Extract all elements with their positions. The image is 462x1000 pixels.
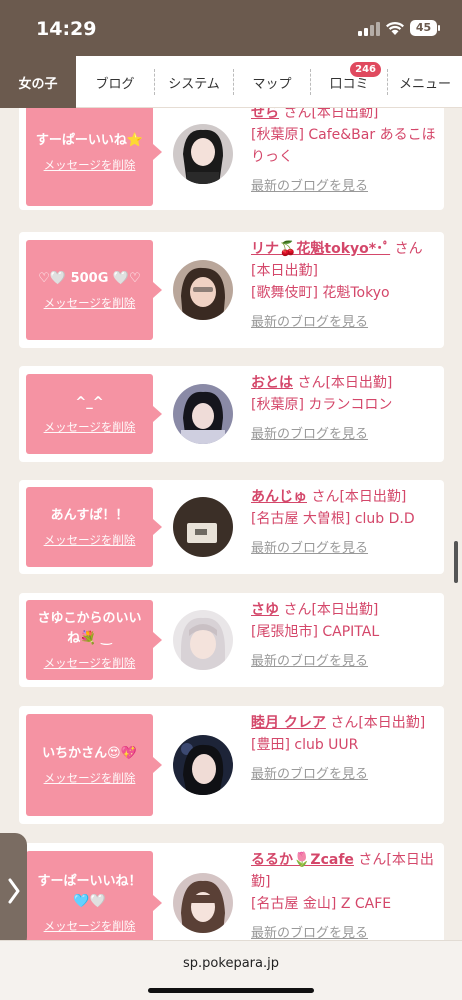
delete-message-link[interactable]: メッセージを削除 [44, 655, 136, 671]
status-bar: 14:29 45 [0, 0, 462, 56]
message-bubble: あんすぱ！！ メッセージを削除 [26, 487, 162, 567]
girl-name-link[interactable]: せら [251, 108, 279, 121]
list-item: さゆこからのいいね💐 ‿ メッセージを削除 さゆ さん[本日出勤] [尾張旭市]… [19, 593, 444, 687]
message-bubble: すーぱーいいね！🩵🤍 メッセージを削除 [26, 851, 162, 940]
girl-name-link[interactable]: あんじゅ [251, 489, 307, 505]
latest-blog-link[interactable]: 最新のブログを見る [251, 312, 436, 334]
shop-name: [名古屋 金山] Z CAFE [251, 896, 392, 912]
tab-girls[interactable]: 女の子 [0, 56, 76, 108]
latest-blog-link[interactable]: 最新のブログを見る [251, 424, 436, 446]
signal-icon [358, 22, 380, 36]
message-bubble: ♡🤍 500G 🤍♡ メッセージを削除 [26, 240, 162, 340]
delete-message-link[interactable]: メッセージを削除 [44, 419, 136, 435]
main-nav: 女の子 ブログ システム マップ 口コミ 246 メニュー [0, 56, 462, 108]
girl-name-link[interactable]: 睦月 クレア [251, 715, 326, 731]
battery-icon: 45 [410, 20, 440, 36]
girl-info: せら さん[本日出勤] [秋葉原] Cafe&Bar あるこほりっく 最新のブロ… [251, 108, 436, 198]
latest-blog-link[interactable]: 最新のブログを見る [251, 923, 436, 940]
delete-message-link[interactable]: メッセージを削除 [44, 918, 136, 934]
message-bubble: さゆこからのいいね💐 ‿ メッセージを削除 [26, 600, 162, 680]
tab-system[interactable]: システム [155, 56, 233, 108]
delete-message-link[interactable]: メッセージを削除 [44, 157, 136, 173]
avatar[interactable] [173, 124, 233, 184]
avatar[interactable] [173, 497, 233, 557]
list-item: すーぱーいいね⭐ メッセージを削除 せら さん[本日出勤] [秋葉原] Cafe… [19, 108, 444, 210]
avatar[interactable] [173, 610, 233, 670]
delete-message-link[interactable]: メッセージを削除 [44, 295, 136, 311]
like-message-list: すーぱーいいね⭐ メッセージを削除 せら さん[本日出勤] [秋葉原] Cafe… [0, 108, 462, 940]
list-item: いちかさん😍💖 メッセージを削除 睦月 クレア さん[本日出勤] [豊田] cl… [19, 706, 444, 824]
girl-info: おとは さん[本日出勤] [秋葉原] カランコロン 最新のブログを見る [251, 372, 436, 446]
latest-blog-link[interactable]: 最新のブログを見る [251, 764, 436, 786]
wifi-icon [386, 21, 404, 35]
reviews-count-badge: 246 [350, 62, 381, 77]
delete-message-link[interactable]: メッセージを削除 [44, 770, 136, 786]
girl-info: リナ🍒花魁tokyo*･ﾟ さん[本日出勤] [歌舞伎町] 花魁Tokyo 最新… [251, 238, 436, 334]
scrollbar[interactable] [454, 541, 458, 583]
shop-name: [秋葉原] カランコロン [251, 397, 393, 413]
list-item: すーぱーいいね！🩵🤍 メッセージを削除 るるか🌷Zcafe さん[本日出勤] [… [19, 843, 444, 940]
girl-name-link[interactable]: リナ🍒花魁tokyo*･ﾟ [251, 241, 390, 257]
shop-name: [豊田] club UUR [251, 737, 359, 753]
clock: 14:29 [36, 18, 97, 40]
girl-name-link[interactable]: さゆ [251, 602, 279, 618]
avatar[interactable] [173, 384, 233, 444]
shop-name: [尾張旭市] CAPITAL [251, 624, 380, 640]
girl-name-link[interactable]: おとは [251, 375, 293, 391]
list-item: ♡🤍 500G 🤍♡ メッセージを削除 リナ🍒花魁tokyo*･ﾟ さん[本日出… [19, 232, 444, 348]
url-text[interactable]: sp.pokepara.jp [0, 956, 462, 971]
tab-blog[interactable]: ブログ [76, 56, 154, 108]
home-indicator [148, 988, 314, 993]
latest-blog-link[interactable]: 最新のブログを見る [251, 538, 436, 560]
girl-info: あんじゅ さん[本日出勤] [名古屋 大曽根] club D.D 最新のブログを… [251, 486, 436, 560]
chevron-right-icon [8, 878, 19, 904]
latest-blog-link[interactable]: 最新のブログを見る [251, 651, 436, 673]
girl-name-link[interactable]: るるか🌷Zcafe [251, 852, 354, 868]
girl-info: さゆ さん[本日出勤] [尾張旭市] CAPITAL 最新のブログを見る [251, 599, 436, 673]
tab-map[interactable]: マップ [234, 56, 310, 108]
avatar[interactable] [173, 735, 233, 795]
browser-url-bar[interactable]: sp.pokepara.jp [0, 940, 462, 1000]
message-bubble: すーぱーいいね⭐ メッセージを削除 [26, 108, 162, 206]
girl-info: 睦月 クレア さん[本日出勤] [豊田] club UUR 最新のブログを見る [251, 712, 436, 786]
tab-reviews[interactable]: 口コミ 246 [311, 56, 387, 108]
latest-blog-link[interactable]: 最新のブログを見る [251, 176, 436, 198]
shop-name: [名古屋 大曽根] club D.D [251, 511, 415, 527]
girl-info: るるか🌷Zcafe さん[本日出勤] [名古屋 金山] Z CAFE 最新のブロ… [251, 849, 436, 940]
message-bubble: ^_^ メッセージを削除 [26, 374, 162, 454]
message-bubble: いちかさん😍💖 メッセージを削除 [26, 714, 162, 816]
shop-name: [歌舞伎町] 花魁Tokyo [251, 285, 390, 301]
tab-menu[interactable]: メニュー [388, 56, 462, 108]
shop-name: [秋葉原] Cafe&Bar あるこほりっく [251, 127, 436, 165]
avatar[interactable] [173, 260, 233, 320]
avatar[interactable] [173, 873, 233, 933]
delete-message-link[interactable]: メッセージを削除 [44, 532, 136, 548]
side-drawer-toggle[interactable] [0, 833, 27, 949]
list-item: ^_^ メッセージを削除 おとは さん[本日出勤] [秋葉原] カランコロン 最… [19, 366, 444, 462]
list-item: あんすぱ！！ メッセージを削除 あんじゅ さん[本日出勤] [名古屋 大曽根] … [19, 480, 444, 574]
